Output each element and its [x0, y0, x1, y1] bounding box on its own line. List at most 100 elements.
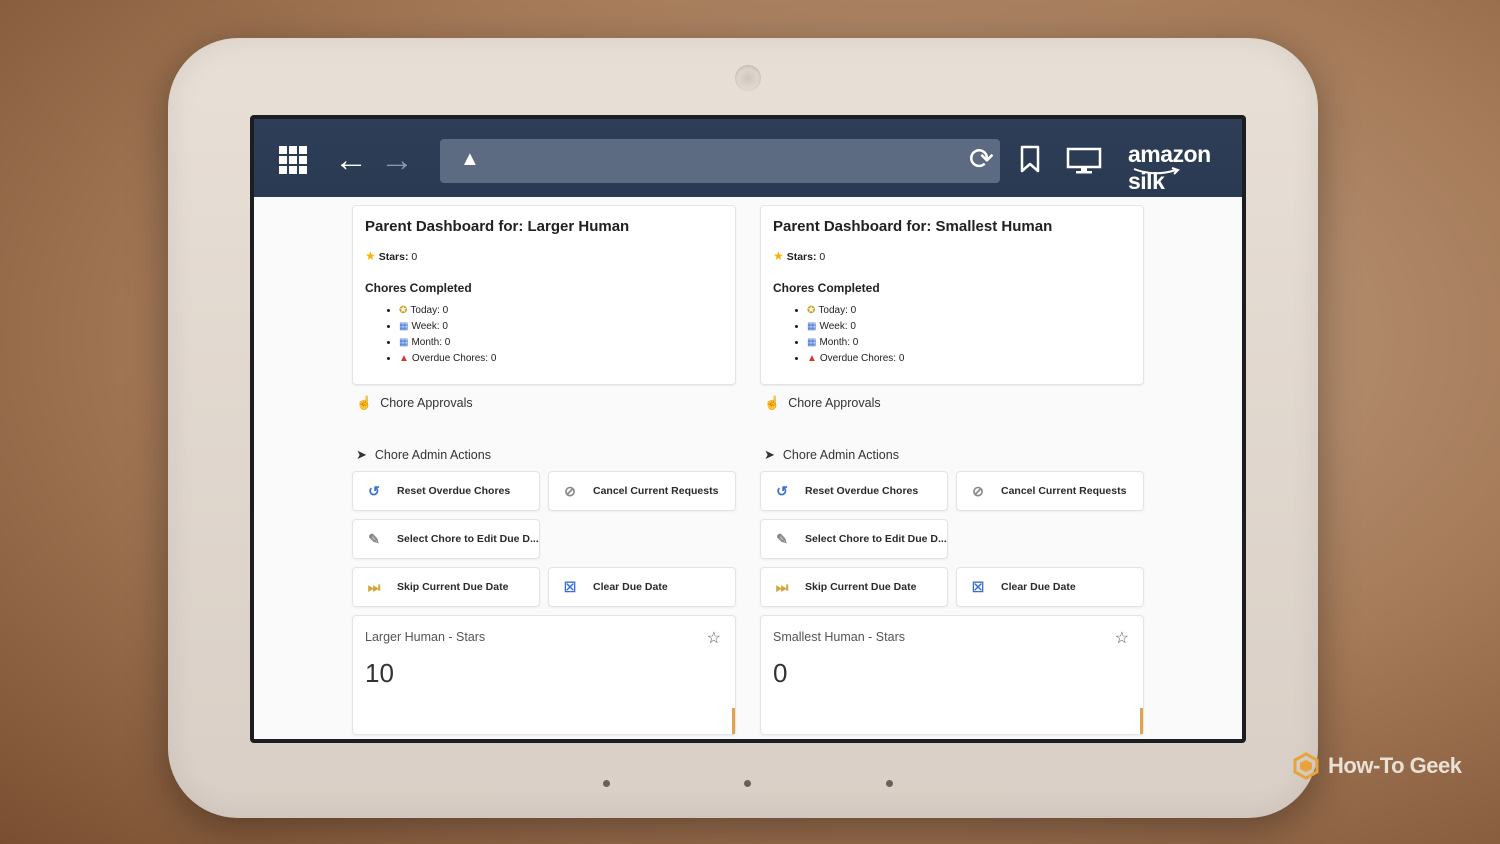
- skip-icon: ⏭: [775, 578, 789, 595]
- device-mic-dot: [886, 780, 893, 787]
- watermark-text: How-To Geek: [1328, 753, 1462, 778]
- chore-admin-heading: ➤ Chore Admin Actions: [760, 443, 1144, 467]
- chore-approvals-label: Chore Approvals: [380, 396, 473, 410]
- stars-stat-card: Smallest Human - Stars 0 ☆: [760, 615, 1144, 735]
- sun-icon: ✪: [399, 305, 408, 316]
- reset-overdue-button[interactable]: ↺ Reset Overdue Chores: [352, 471, 540, 511]
- stars-value: 0: [819, 251, 826, 263]
- skip-due-date-button[interactable]: ⏭ Skip Current Due Date: [352, 567, 540, 607]
- chores-completed-heading: Chores Completed: [365, 281, 472, 295]
- calendar-clear-icon: ☒: [971, 578, 985, 595]
- desktop-mode-icon[interactable]: [1066, 147, 1102, 180]
- stat-title: Smallest Human - Stars: [773, 630, 905, 644]
- history-icon: ↺: [776, 482, 788, 499]
- forward-arrow-icon[interactable]: →: [380, 143, 414, 177]
- cancel-icon: ⊘: [564, 482, 576, 499]
- parent-dashboard-card: Parent Dashboard for: Smallest Human ★ S…: [760, 205, 1144, 385]
- list-item: ✪Today: 0: [807, 305, 1131, 316]
- sun-icon: ✪: [807, 305, 816, 316]
- week-count: Week: 0: [411, 321, 448, 332]
- back-arrow-icon[interactable]: ←: [334, 143, 368, 177]
- list-item: ▲Overdue Chores: 0: [807, 353, 1131, 364]
- chore-admin-label: Chore Admin Actions: [374, 448, 491, 462]
- reset-overdue-button[interactable]: ↺ Reset Overdue Chores: [760, 471, 948, 511]
- thumbs-up-icon: ☝: [356, 395, 373, 410]
- cancel-requests-button[interactable]: ⊘ Cancel Current Requests: [956, 471, 1144, 511]
- left-child-column: Parent Dashboard for: Larger Human ★ Sta…: [352, 205, 736, 735]
- select-chore-due-date-button[interactable]: ✎ Select Chore to Edit Due D...: [760, 519, 948, 559]
- reload-icon[interactable]: ⟳: [969, 145, 994, 175]
- chore-admin-label: Chore Admin Actions: [782, 448, 899, 462]
- star-outline-icon[interactable]: ☆: [707, 628, 721, 648]
- week-count: Week: 0: [819, 321, 856, 332]
- dashboard-title: Parent Dashboard for: Smallest Human: [773, 218, 1053, 235]
- card-accent-bar: [732, 708, 735, 734]
- stars-label: Stars:: [786, 251, 817, 263]
- stars-line: ★ Stars: 0: [365, 249, 723, 263]
- stat-title: Larger Human - Stars: [365, 630, 486, 644]
- cancel-icon: ⊘: [972, 482, 984, 499]
- edit-calendar-icon: ✎: [368, 530, 380, 547]
- thumbs-up-icon: ☝: [764, 395, 781, 410]
- list-item: ✪Today: 0: [399, 305, 723, 316]
- overdue-count: Overdue Chores: 0: [819, 353, 905, 364]
- siren-icon: ▲: [807, 353, 817, 364]
- clear-due-date-button[interactable]: ☒ Clear Due Date: [548, 567, 736, 607]
- month-count: Month: 0: [819, 337, 859, 348]
- device-screen: ← → ▲ ⟳ amazon silk Parent Dashboard for…: [250, 115, 1246, 743]
- chores-list: ✪Today: 0 ▦Week: 0 ▦Month: 0 ▲Overdue Ch…: [773, 305, 1131, 364]
- chore-approvals-link[interactable]: ☝ Chore Approvals: [352, 391, 736, 415]
- warning-icon[interactable]: ▲: [460, 149, 480, 169]
- chore-approvals-link[interactable]: ☝ Chore Approvals: [760, 391, 1144, 415]
- edit-calendar-icon: ✎: [776, 530, 788, 547]
- device-mic-dot: [744, 780, 751, 787]
- today-count: Today: 0: [818, 305, 857, 316]
- device-mic-dot: [603, 780, 610, 787]
- right-child-column: Parent Dashboard for: Smallest Human ★ S…: [760, 205, 1144, 735]
- how-to-geek-logo-icon: [1293, 752, 1319, 780]
- overdue-count: Overdue Chores: 0: [411, 353, 497, 364]
- stars-value: 0: [411, 251, 418, 263]
- star-icon: ★: [365, 249, 376, 263]
- stars-line: ★ Stars: 0: [773, 249, 1131, 263]
- parent-dashboard-card: Parent Dashboard for: Larger Human ★ Sta…: [352, 205, 736, 385]
- select-chore-due-date-button[interactable]: ✎ Select Chore to Edit Due D...: [352, 519, 540, 559]
- siren-icon: ▲: [399, 353, 409, 364]
- device-camera: [735, 65, 761, 91]
- watermark: How-To Geek: [1292, 752, 1462, 780]
- chores-list: ✪Today: 0 ▦Week: 0 ▦Month: 0 ▲Overdue Ch…: [365, 305, 723, 364]
- rocket-icon: ➤: [356, 447, 367, 462]
- chores-completed-heading: Chores Completed: [773, 281, 880, 295]
- calendar-clear-icon: ☒: [563, 578, 577, 595]
- rocket-icon: ➤: [764, 447, 775, 462]
- star-icon: ★: [773, 249, 784, 263]
- apps-grid-icon[interactable]: [279, 146, 307, 174]
- list-item: ▦Week: 0: [399, 321, 723, 332]
- calendar-icon: ▦: [807, 337, 817, 348]
- calendar-icon: ▦: [807, 321, 817, 332]
- history-icon: ↺: [368, 482, 380, 499]
- list-item: ▦Month: 0: [807, 337, 1131, 348]
- brand-smile-icon: [1133, 167, 1180, 175]
- chore-approvals-label: Chore Approvals: [788, 396, 881, 410]
- admin-button-grid: ↺ Reset Overdue Chores ⊘ Cancel Current Re…: [352, 471, 736, 607]
- calendar-icon: ▦: [399, 337, 409, 348]
- list-item: ▦Month: 0: [399, 337, 723, 348]
- page-content: Parent Dashboard for: Larger Human ★ Sta…: [254, 197, 1242, 739]
- list-item: ▲Overdue Chores: 0: [399, 353, 723, 364]
- bookmark-icon[interactable]: [1019, 145, 1041, 178]
- browser-toolbar: ← → ▲ ⟳ amazon silk: [254, 119, 1242, 197]
- month-count: Month: 0: [411, 337, 451, 348]
- stat-value: 0: [773, 658, 788, 688]
- cancel-requests-button[interactable]: ⊘ Cancel Current Requests: [548, 471, 736, 511]
- stars-label: Stars:: [378, 251, 409, 263]
- clear-due-date-button[interactable]: ☒ Clear Due Date: [956, 567, 1144, 607]
- star-outline-icon[interactable]: ☆: [1115, 628, 1129, 648]
- skip-icon: ⏭: [367, 578, 381, 595]
- today-count: Today: 0: [410, 305, 449, 316]
- url-bar[interactable]: ▲ ⟳: [440, 139, 1000, 183]
- stars-stat-card: Larger Human - Stars 10 ☆: [352, 615, 736, 735]
- skip-due-date-button[interactable]: ⏭ Skip Current Due Date: [760, 567, 948, 607]
- admin-button-grid: ↺ Reset Overdue Chores ⊘ Cancel Current Re…: [760, 471, 1144, 607]
- calendar-icon: ▦: [399, 321, 409, 332]
